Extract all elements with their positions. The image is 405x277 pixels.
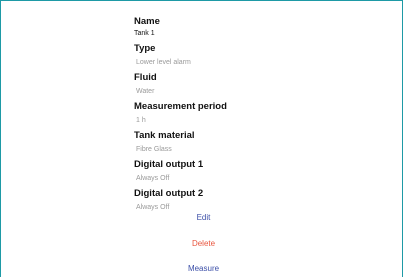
measure-button[interactable]: Measure	[1, 264, 405, 274]
field-value-name: Tank 1	[134, 30, 155, 37]
field-fluid: Fluid Water	[134, 72, 374, 96]
field-type: Type Lower level alarm	[134, 43, 374, 67]
field-measurement-period: Measurement period 1 h	[134, 101, 374, 125]
field-label-measurement-period: Measurement period	[134, 101, 227, 112]
field-value-type: Lower level alarm	[136, 59, 191, 66]
field-label-tank-material: Tank material	[134, 130, 195, 141]
delete-button[interactable]: Delete	[1, 239, 405, 249]
field-value-fluid: Water	[136, 88, 155, 95]
field-value-measurement-period: 1 h	[136, 117, 146, 124]
field-label-fluid: Fluid	[134, 72, 157, 83]
field-tank-material: Tank material Fibre Glass	[134, 130, 374, 154]
field-digital-output-2: Digital output 2 Always Off	[134, 188, 374, 212]
tank-detail-screen: Name Tank 1 Type Lower level alarm Fluid…	[0, 0, 403, 277]
field-label-type: Type	[134, 43, 156, 54]
field-label-name: Name	[134, 16, 160, 27]
field-name: Name Tank 1	[134, 16, 374, 38]
field-digital-output-1: Digital output 1 Always Off	[134, 159, 374, 183]
field-value-digital-output-1: Always Off	[136, 175, 170, 182]
field-label-digital-output-1: Digital output 1	[134, 159, 204, 170]
edit-button[interactable]: Edit	[1, 213, 405, 223]
tank-details-list: Name Tank 1 Type Lower level alarm Fluid…	[134, 16, 374, 217]
field-value-digital-output-2: Always Off	[136, 204, 170, 211]
field-value-tank-material: Fibre Glass	[136, 146, 172, 153]
field-label-digital-output-2: Digital output 2	[134, 188, 204, 199]
